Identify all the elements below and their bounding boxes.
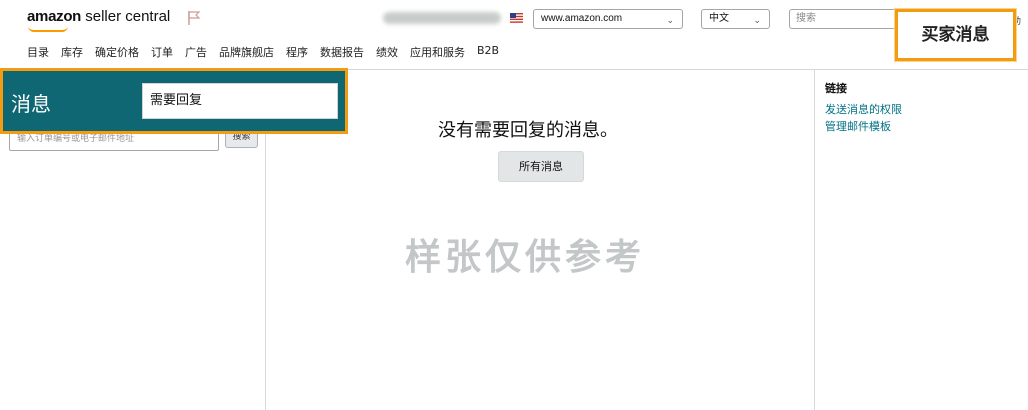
top-header: amazon seller central www.amazon.com ⌄ 中… (0, 0, 1028, 70)
us-flag-icon (510, 13, 523, 23)
message-filter-select[interactable]: 需要回复 (142, 83, 338, 119)
account-name-redacted[interactable] (383, 12, 501, 24)
nav-item-apps-services[interactable]: 应用和服务 (410, 44, 465, 60)
marketplace-select[interactable]: www.amazon.com ⌄ (533, 9, 683, 29)
buyer-messages-callout[interactable]: 买家消息 (895, 9, 1016, 61)
nav-item-orders[interactable]: 订单 (151, 44, 173, 60)
amazon-seller-central-logo[interactable]: amazon seller central (27, 8, 171, 32)
page-title: 消息 (11, 92, 51, 116)
filter-value: 需要回复 (150, 93, 203, 108)
messages-header-callout: 消息 需要回复 (0, 68, 348, 134)
chevron-down-icon: ⌄ (666, 15, 674, 25)
language-value: 中文 (709, 13, 729, 24)
language-select[interactable]: 中文 ⌄ (701, 9, 770, 29)
nav-item-inventory[interactable]: 库存 (61, 44, 83, 60)
all-messages-label: 所有消息 (519, 160, 563, 173)
seller-central-page: amazon seller central www.amazon.com ⌄ 中… (0, 0, 1028, 410)
nav-item-catalog[interactable]: 目录 (27, 44, 49, 60)
sample-watermark: 样张仅供参考 (405, 237, 646, 278)
smile-icon (28, 26, 68, 32)
empty-state-message: 没有需要回复的消息。 (438, 120, 618, 141)
nav-item-performance[interactable]: 绩效 (376, 44, 398, 60)
nav-item-advertising[interactable]: 广告 (185, 44, 207, 60)
logo-brand: amazon (27, 8, 82, 25)
nav-item-programs[interactable]: 程序 (286, 44, 308, 60)
chevron-down-icon: ⌄ (753, 15, 761, 25)
marketplace-value: www.amazon.com (541, 13, 623, 24)
main-nav: 目录 库存 确定价格 订单 广告 品牌旗舰店 程序 数据报告 绩效 应用和服务 … (27, 44, 511, 60)
nav-item-stores[interactable]: 品牌旗舰店 (219, 44, 274, 60)
order-search-placeholder: 输入订单编号或电子邮件地址 (17, 134, 135, 144)
link-message-permissions[interactable]: 发送消息的权限 (825, 101, 902, 117)
flag-icon[interactable] (187, 10, 201, 26)
nav-item-pricing[interactable]: 确定价格 (95, 44, 139, 60)
buyer-messages-label: 买家消息 (921, 25, 990, 45)
all-messages-button[interactable]: 所有消息 (498, 151, 584, 182)
nav-item-reports[interactable]: 数据报告 (320, 44, 364, 60)
search-input[interactable]: 搜索 (789, 9, 901, 29)
search-placeholder: 搜索 (796, 13, 816, 24)
links-heading: 链接 (825, 82, 847, 95)
nav-item-b2b[interactable]: B2B (477, 44, 499, 60)
link-manage-templates[interactable]: 管理邮件模板 (825, 118, 891, 134)
logo-product: seller central (85, 8, 171, 25)
